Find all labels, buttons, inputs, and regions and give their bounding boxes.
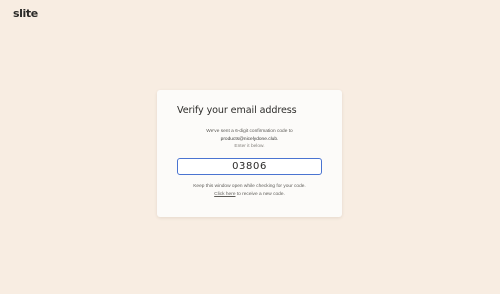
confirmation-code-input[interactable] — [177, 158, 322, 175]
resend-code-suffix: to receive a new code. — [235, 191, 285, 197]
code-sent-line: We've sent a 6-digit confirmation code t… — [206, 129, 293, 134]
recipient-email: products@nicelydone.club. — [220, 136, 279, 142]
verify-email-card: Verify your email address We've sent a 6… — [157, 90, 342, 217]
keep-window-open-text: Keep this window open while checking for… — [193, 184, 306, 189]
resend-code-line: Click here to receive a new code. — [157, 191, 342, 199]
resend-instructions: Keep this window open while checking for… — [157, 183, 342, 199]
code-sent-message: We've sent a 6-digit confirmation code t… — [157, 128, 342, 151]
resend-code-link[interactable]: Click here — [214, 192, 235, 197]
enter-code-instruction: Enter it below. — [234, 144, 265, 150]
page-title: Verify your email address — [177, 105, 297, 116]
slite-logo[interactable]: slite — [13, 7, 38, 20]
